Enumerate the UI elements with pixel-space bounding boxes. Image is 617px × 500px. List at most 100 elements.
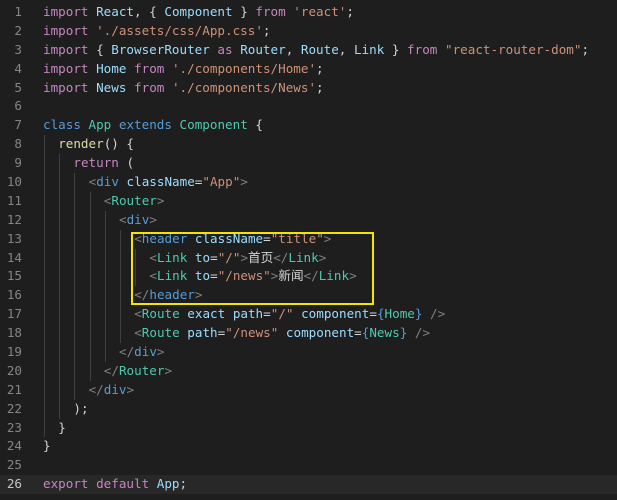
indent-guide xyxy=(59,229,61,249)
indent-guide xyxy=(104,229,106,249)
indent-guide xyxy=(89,286,91,306)
code-line[interactable]: 4 import Home from './components/Home'; xyxy=(0,60,617,79)
code-token: { xyxy=(247,117,263,133)
code-token: Link xyxy=(353,41,385,57)
code-line[interactable]: 21 </div> xyxy=(0,380,617,400)
indent-guide xyxy=(44,191,45,211)
line-number: 19 xyxy=(6,344,22,360)
indent-guide xyxy=(89,324,91,344)
line-content: } xyxy=(58,419,66,438)
code-token: import xyxy=(43,22,89,38)
code-token: "/" xyxy=(217,249,241,265)
code-token: import xyxy=(43,41,89,57)
indent-guide xyxy=(74,361,76,381)
code-token: } xyxy=(43,438,51,454)
line-number: 13 xyxy=(6,230,22,246)
code-line[interactable]: 19 </div> xyxy=(0,343,617,362)
code-token: = xyxy=(369,306,377,322)
code-line[interactable]: 15 <Link to="/news">新闻</Link> xyxy=(0,267,617,287)
code-token: className xyxy=(194,230,264,246)
code-token: div xyxy=(126,211,150,227)
indent-guide xyxy=(104,324,106,344)
indent-guide xyxy=(44,418,45,438)
code-line[interactable]: 26 export default App; xyxy=(0,475,617,495)
code-token: > xyxy=(240,174,248,190)
code-token: ; xyxy=(262,22,271,38)
code-token: Component xyxy=(179,117,248,133)
code-line[interactable]: 17 <Route exact path="/" component={Home}… xyxy=(0,305,617,325)
code-line[interactable]: 9 return ( xyxy=(0,154,617,174)
code-line[interactable]: 18 <Route path="/news" component={News} /… xyxy=(0,324,617,344)
code-token: Link xyxy=(288,249,319,265)
line-content: </div> xyxy=(119,343,165,362)
code-token: import xyxy=(43,79,89,95)
code-line[interactable]: 5 import News from './components/News'; xyxy=(0,79,617,98)
line-content: <header className="title"> xyxy=(134,230,331,249)
line-number: 10 xyxy=(6,174,22,190)
code-line[interactable]: 2 import './assets/css/App.css'; xyxy=(0,22,617,41)
code-token: > xyxy=(149,211,157,227)
code-token: BrowserRouter xyxy=(111,41,210,57)
code-line[interactable]: 13 <header className="title"> xyxy=(0,229,617,249)
code-line[interactable]: 10 <div className="App"> xyxy=(0,173,617,192)
code-line[interactable]: 12 <div> xyxy=(0,210,617,230)
indent-guide xyxy=(89,305,91,325)
code-token: </ xyxy=(273,249,289,265)
code-line[interactable]: 23} xyxy=(0,418,617,438)
line-content: import News from './components/News'; xyxy=(43,79,324,98)
code-token: < xyxy=(149,249,157,265)
indent-guide xyxy=(120,248,121,268)
indent-guide xyxy=(74,210,76,230)
indent-guide xyxy=(59,173,61,192)
line-content: import Home from './components/Home'; xyxy=(43,60,324,79)
indent-guide xyxy=(59,399,61,419)
indent-guide xyxy=(59,191,61,211)
indent-guide xyxy=(59,154,61,174)
indent-guide xyxy=(74,380,76,400)
code-line[interactable]: 6 xyxy=(0,97,617,116)
code-line[interactable]: 3 import { BrowserRouter as Router, Route… xyxy=(0,41,617,60)
line-number: 17 xyxy=(6,306,22,322)
code-line[interactable]: 16 </header> xyxy=(0,286,617,306)
indent-guide xyxy=(89,191,91,211)
code-token: exact xyxy=(187,306,226,322)
indent-guide xyxy=(74,343,76,362)
code-line[interactable]: 7 class App extends Component { xyxy=(0,116,617,135)
indent-guide xyxy=(44,248,45,268)
indent-guide xyxy=(120,267,121,287)
indent-guide xyxy=(44,361,45,381)
code-area[interactable]: 1 import React, { Component } from 'react… xyxy=(0,3,617,495)
line-content: </Router> xyxy=(104,362,172,381)
code-token: > xyxy=(126,381,135,397)
code-token: < xyxy=(119,211,127,227)
code-line[interactable]: 1 import React, { Component } from 'react… xyxy=(0,3,617,22)
line-number: 14 xyxy=(6,249,22,265)
indent-guide xyxy=(120,305,121,325)
code-token: > xyxy=(240,249,249,265)
indent-guide xyxy=(104,286,106,306)
code-token: = xyxy=(354,325,362,341)
code-line[interactable]: 20 </Router> xyxy=(0,361,617,381)
code-token: < xyxy=(134,306,142,322)
code-token: component xyxy=(301,306,370,322)
code-line[interactable]: 25 xyxy=(0,456,617,475)
line-content: </div> xyxy=(89,381,135,400)
code-line[interactable]: 24} xyxy=(0,437,617,456)
indent-guide xyxy=(74,286,76,306)
line-number: 24 xyxy=(6,438,22,454)
code-line[interactable]: 8 render() { xyxy=(0,135,617,155)
code-token: App xyxy=(156,476,180,492)
indent-guide xyxy=(59,305,61,325)
code-line[interactable]: 11 <Router> xyxy=(0,191,617,211)
code-editor[interactable]: 1 import React, { Component } from 'react… xyxy=(0,0,617,500)
code-token: Link xyxy=(156,268,188,284)
line-content: ); xyxy=(73,400,88,419)
indent-guide xyxy=(89,248,91,268)
code-token: from xyxy=(407,41,438,57)
code-line[interactable]: 22); xyxy=(0,399,617,419)
code-line[interactable]: 14 <Link to="/">首页</Link> xyxy=(0,248,617,268)
